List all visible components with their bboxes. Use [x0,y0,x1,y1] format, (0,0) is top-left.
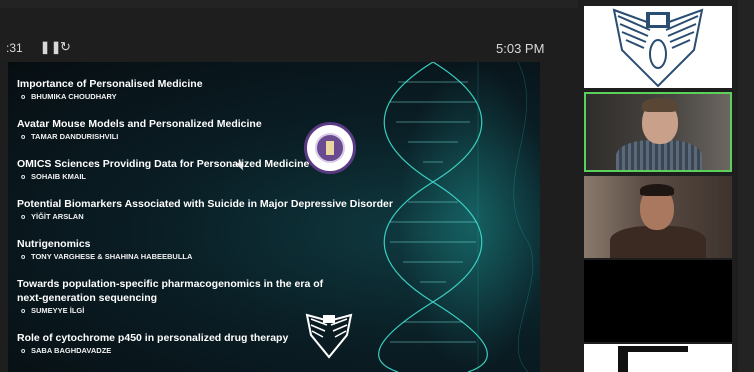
participant-tile-logo[interactable] [584,6,732,88]
reload-icon[interactable]: ↻ [60,39,71,55]
clock: 5:03 PM [496,41,545,56]
talk-title: Importance of Personalised Medicine [17,78,203,90]
presentation-control-bar: :31 ❚❚ ↻ 5:03 PM [0,36,560,60]
talk-title: Towards population-specific pharmacogeno… [17,278,324,304]
winged-emblem-logo [305,313,353,359]
participant-tile-logo[interactable] [584,344,732,372]
meeting-window: :31 ❚❚ ↻ 5:03 PM Importance of Personali… [0,0,754,372]
winged-emblem-logo [612,8,704,88]
talk-author: o TONY VARGHESE & SHAHINA HABEEBULLA [21,252,193,261]
participant-video [610,226,706,258]
dna-helix-image [378,62,534,372]
talk-author: o SOHAIB KMAIL [21,172,86,181]
participant-tile[interactable] [584,176,732,258]
talk-item: Nutrigenomics o TONY VARGHESE & SHAHINA H… [17,237,397,263]
university-seal-logo [304,122,356,174]
talk-item: Importance of Personalised Medicine o BHU… [17,77,397,103]
talk-item: Potential Biomarkers Associated with Sui… [17,197,397,223]
elapsed-time: :31 [6,41,23,55]
participant-video [616,140,702,170]
shared-slide: Importance of Personalised Medicine o BHU… [8,62,540,372]
talk-author: o BHUMIKA CHOUDHARY [21,92,117,101]
talk-item: Towards population-specific pharmacogeno… [17,277,347,317]
participant-tile-active-speaker[interactable] [584,92,732,172]
d-logo-icon [618,346,688,372]
talk-author: o YİĞİT ARSLAN [21,212,84,221]
talk-title: Nutrigenomics [17,238,91,250]
talk-author: o SUMEYYE İLGİ [21,306,85,315]
participant-tile-camera-off[interactable] [584,260,732,342]
top-toolbar-strip [0,0,578,8]
talk-title: Potential Biomarkers Associated with Sui… [17,198,393,210]
scrollbar[interactable] [738,0,754,372]
pause-icon[interactable]: ❚❚ [40,40,62,54]
